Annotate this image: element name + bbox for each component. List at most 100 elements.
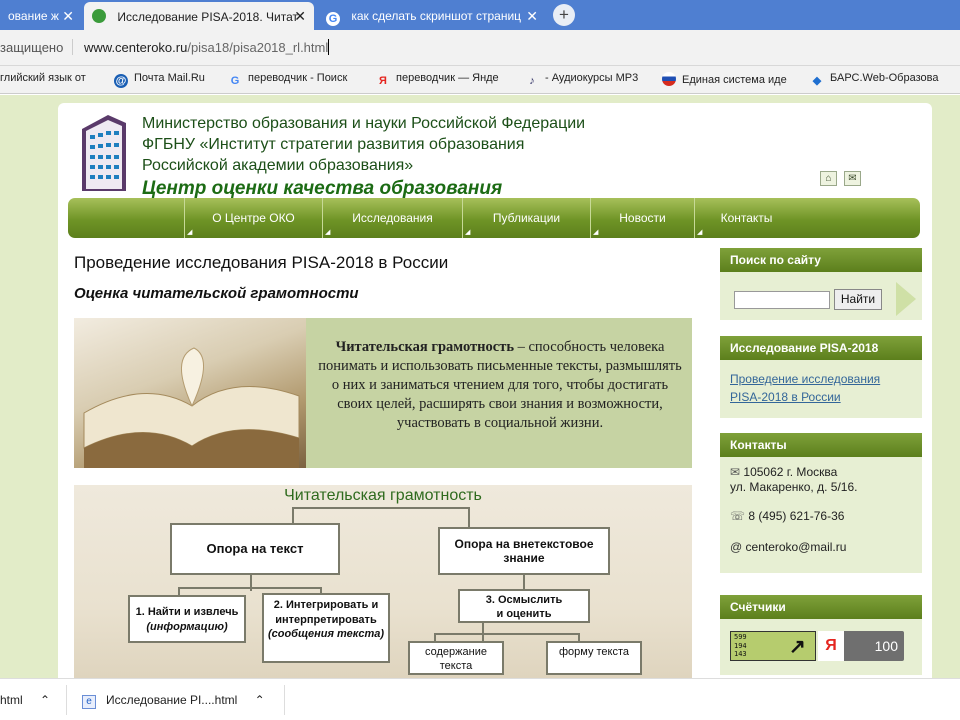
nav-item-publications[interactable]: Публикации ◢ [462, 198, 590, 238]
at-icon: @ [730, 540, 743, 554]
taskbar: html ⌃ e Исследование PI....html ⌃ [0, 678, 960, 720]
connector-line [178, 587, 180, 595]
url-path: /pisa18/pisa2018_rl.html [187, 40, 329, 55]
bookmark-label: переводчик — Янде [396, 72, 499, 84]
nav-label: О Центре ОКО [212, 211, 295, 225]
taskbar-item-0[interactable]: html ⌃ [0, 693, 50, 707]
page-subtitle: Оценка читательской грамотности [74, 285, 359, 302]
counter-value: 100 [874, 638, 898, 654]
bookmark-3[interactable]: Япереводчик — Янде [376, 72, 499, 88]
address-line: ул. Макаренко, д. 5/16. [730, 480, 858, 494]
diagram-box-content: содержание текста [408, 641, 504, 675]
ie-file-icon: e [82, 695, 96, 709]
site-favicon-icon [92, 9, 106, 23]
open-book-image [74, 318, 306, 468]
bookmark-2[interactable]: Gпереводчик - Поиск [228, 72, 348, 88]
box-label: и оценить [496, 608, 552, 620]
bookmark-4[interactable]: ♪ - Аудиокурсы МР3 [525, 72, 638, 88]
nav-arrow-icon: ◢ [465, 229, 471, 236]
connector-line [482, 621, 484, 641]
search-button[interactable]: Найти [834, 289, 882, 310]
tab-bar: ование ж ✕ Исследование PISA-2018. Читат… [0, 0, 960, 30]
chevron-up-icon[interactable]: ⌃ [40, 693, 50, 707]
panel-heading: Счётчики [720, 595, 922, 619]
yandex-metrika-counter[interactable]: Я 100 [818, 631, 904, 661]
tab-0[interactable]: ование ж ✕ [0, 2, 82, 30]
bookmark-5[interactable]: Единая система иде [662, 72, 787, 86]
definition-term: Читательская грамотность [335, 339, 514, 355]
bookmark-1[interactable]: @ Почта Mail.Ru [114, 72, 205, 88]
diagram-box-find: 1. Найти и извлечь (информацию) [128, 595, 246, 643]
pisa-link[interactable]: Проведение исследования PISA-2018 в Росс… [730, 372, 880, 404]
bars-icon: ◆ [812, 75, 822, 87]
yandex-icon: Я [818, 631, 844, 661]
new-tab-button[interactable]: + [553, 4, 575, 26]
taskbar-item-1[interactable]: e Исследование PI....html ⌃ [82, 693, 265, 709]
bookmark-label: переводчик - Поиск [248, 72, 348, 84]
diagram-box-external-knowledge: Опора на внетекстовое знание [438, 527, 610, 575]
audio-icon: ♪ [529, 75, 535, 87]
organization-name: Министерство образования и науки Российс… [142, 113, 585, 176]
tab-label: как сделать скриншот страниц [351, 9, 522, 23]
url-host: www.centeroko.ru [84, 40, 188, 55]
counters-panel: Счётчики 599 194 143 ↗ Я 100 [720, 595, 922, 675]
address-bar[interactable]: защищено www.centeroko.ru/pisa18/pisa201… [0, 30, 960, 66]
search-input[interactable] [734, 291, 830, 309]
mailru-icon: @ [114, 74, 128, 88]
counter-value: 599 [734, 633, 747, 641]
counter-value: 143 [734, 650, 747, 658]
nav-arrow-icon: ◢ [187, 229, 193, 236]
box-label: 3. Осмыслить [485, 594, 563, 606]
panel-heading: Поиск по сайту [720, 248, 922, 272]
envelope-icon: ✉ [730, 465, 741, 479]
pisa-panel: Исследование PISA-2018 Проведение исслед… [720, 336, 922, 418]
mail-icon[interactable]: ✉ [844, 171, 861, 186]
bookmark-label: Почта Mail.Ru [134, 72, 205, 84]
close-tab-icon[interactable]: ✕ [62, 8, 74, 25]
nav-item-news[interactable]: Новости ◢ [590, 198, 694, 238]
email-address[interactable]: centeroko@mail.ru [746, 540, 847, 554]
box-label: содержание текста [425, 646, 487, 672]
panel-heading: Исследование PISA-2018 [720, 336, 922, 360]
tab-label: Исследование PISA-2018. Читат [117, 10, 298, 24]
bookmark-0[interactable]: глийский язык от [0, 72, 86, 84]
diagram-box-integrate: 2. Интегрировать и интерпретировать (соо… [262, 593, 390, 663]
nav-label: Контакты [720, 211, 773, 225]
home-icon[interactable]: ⌂ [820, 171, 837, 186]
bookmarks-bar: глийский язык от @ Почта Mail.Ru Gперевод… [0, 66, 960, 94]
box-note: (информацию) [146, 621, 228, 633]
phone-icon: ☏ [730, 509, 746, 523]
bookmark-label: глийский язык от [0, 72, 86, 84]
bookmark-label: Единая система иде [682, 74, 787, 86]
nav-label: Публикации [492, 211, 561, 225]
taskbar-divider [66, 685, 67, 715]
liveinternet-counter[interactable]: 599 194 143 ↗ [730, 631, 816, 661]
close-tab-icon[interactable]: ✕ [526, 8, 538, 25]
box-note: (сообщения текста) [267, 628, 385, 640]
phone-number: 8 (495) 621-76-36 [748, 509, 845, 523]
close-tab-icon[interactable]: ✕ [294, 8, 306, 25]
contacts-panel: Контакты ✉ 105062 г. Москва ул. Макаренк… [720, 433, 922, 573]
chevron-up-icon[interactable]: ⌃ [255, 693, 265, 707]
connector-line [292, 507, 470, 509]
nav-item-about[interactable]: О Центре ОКО ◢ [184, 198, 322, 238]
taskbar-label: Исследование PI....html [106, 693, 238, 707]
url-text[interactable]: www.centeroko.ru/pisa18/pisa2018_rl.html [84, 39, 330, 55]
org-line: Министерство образования и науки Российс… [142, 115, 586, 132]
main-navigation: О Центре ОКО ◢ Исследования ◢ Публикации ◢ … [68, 198, 920, 238]
nav-item-contacts[interactable]: Контакты ◢ [694, 198, 798, 238]
diagram-title: Читательская грамотность [284, 487, 482, 504]
connector-line [292, 507, 294, 523]
search-panel: Поиск по сайту Найти [720, 248, 922, 320]
literacy-diagram: Читательская грамотность Опора на текст … [74, 485, 692, 678]
tab-1[interactable]: Исследование PISA-2018. Читат ✕ [84, 2, 314, 30]
nav-item-research[interactable]: Исследования ◢ [322, 198, 462, 238]
box-label: 2. Интегрировать и интерпретировать [273, 599, 379, 626]
bookmark-6[interactable]: ◆ БАРС.Web-Образова [810, 72, 939, 88]
nav-arrow-icon: ◢ [593, 229, 599, 236]
definition-banner: Читательская грамотность – способность ч… [74, 318, 692, 468]
tab-2[interactable]: G как сделать скриншот страниц ✕ [318, 2, 546, 30]
taskbar-divider [284, 685, 285, 715]
google-icon: G [230, 75, 240, 87]
page-viewport: Министерство образования и науки Российс… [0, 95, 960, 678]
